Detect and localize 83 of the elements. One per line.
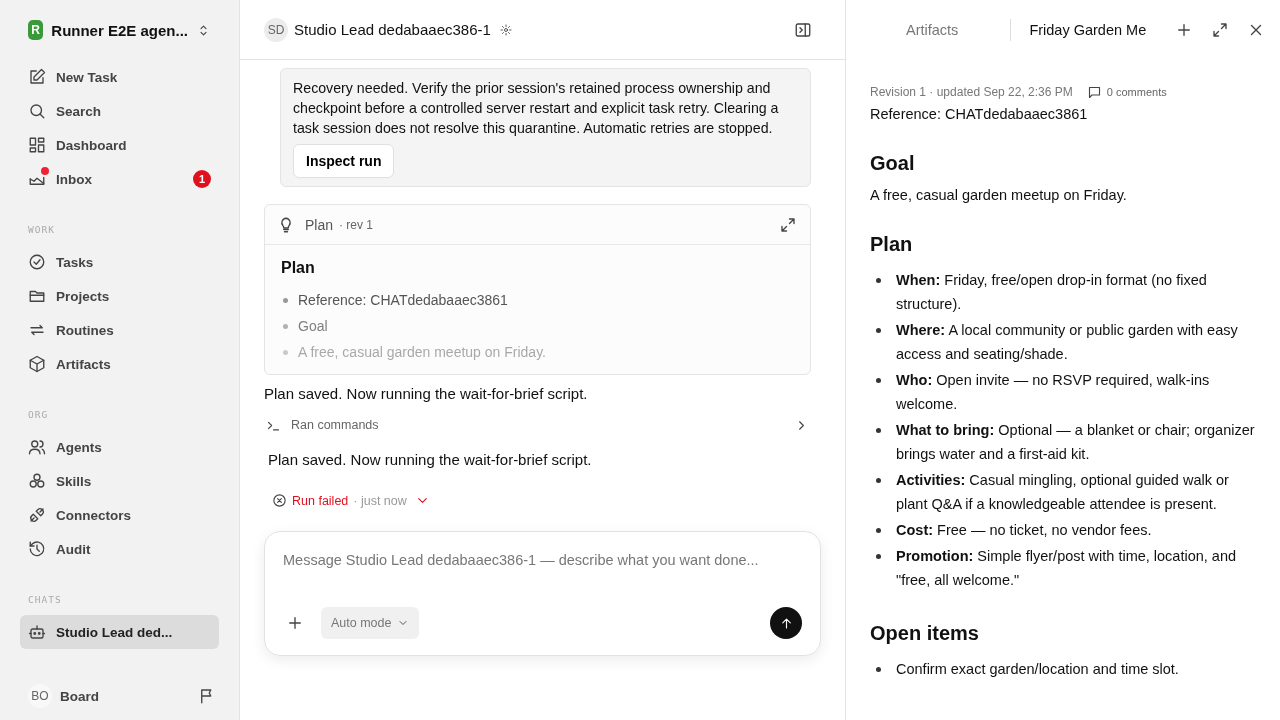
blocks-icon [28,472,46,490]
list-item: When: Friday, free/open drop-in format (no fixed structure). [896,271,1208,314]
nav-item[interactable]: Skills [20,464,219,498]
section-heading: Goal [870,152,916,175]
panel-tab[interactable]: Artifacts [866,19,999,41]
nav-item[interactable]: Tasks [20,245,219,279]
nav-item[interactable]: Search [20,94,219,128]
inspect-run-button[interactable]: Inspect run [293,144,395,178]
list-item: Confirm exact garden/location and time slot. [896,660,1179,679]
expand-icon [779,215,797,234]
bot-icon [28,623,46,641]
check-circle-icon [28,253,46,271]
dashboard-icon [28,136,46,154]
section-heading: ORG [28,409,50,420]
chat-title: Studio Lead dedabaaec386-1 [294,21,491,38]
list-item: Activities: Casual mingling, optional guided walk or plant Q&A if a knowledgeable attendee is present. [896,471,1230,514]
paragraph: A free, casual garden meetup on Friday. [870,187,1128,203]
list-item: Cost: Free — no ticket, no vendor fees. [896,521,1152,540]
expand-icon [1211,21,1229,39]
comment-icon [1086,84,1102,100]
timestamp: · just now [353,493,407,508]
revision-label: · rev 1 [339,217,374,232]
history-icon [28,540,46,558]
bullet-icon [876,478,881,483]
bullet-icon [876,278,881,283]
assistant-message: Plan saved. Now running the wait-for-brief script. [264,385,589,402]
error-icon [272,493,287,508]
nav-item[interactable]: Projects [20,279,219,313]
section-heading: Open items [870,622,980,645]
bullet-icon [876,328,881,333]
reference-text: Reference: CHATdedabaaec3861 [870,106,1089,122]
list-item: Where: A local community or public garden with easy access and seating/shade. [896,321,1239,364]
section-heading: Plan [870,233,914,256]
list-item: Reference: CHATdedabaaec3861 [298,292,508,308]
search-icon [28,102,46,120]
bullet-icon [876,667,881,672]
list-item: A free, casual garden meetup on Friday. [298,344,546,360]
send-button[interactable] [770,607,802,639]
cube-icon [28,355,46,373]
users-icon [28,438,46,456]
plus-icon [1175,21,1193,39]
notice-text: Recovery needed. Verify the prior session's retained process ownership and checkpoint before a controlled server restart and explicit task retry. Clearing a task session does not resolve this quarantine. Automatic retries are stopped. [293,79,780,138]
user-avatar: BO [28,684,52,708]
section-heading: CHATS [28,594,63,605]
list-item: Goal [298,318,328,334]
plan-heading: Plan [281,259,316,277]
count-badge: 1 [193,170,211,188]
revision-info: Revision 1 · updated Sep 22, 2:36 PM [870,85,1073,99]
nav-item[interactable]: Dashboard [20,128,219,162]
bullet-icon [876,554,881,559]
message-composer[interactable]: Message Studio Lead dedabaaec386-1 — describe what you want done... Auto mode [264,531,821,656]
section-heading: WORK [28,224,56,235]
nav-item[interactable]: Inbox 1 [20,162,219,196]
nav-item[interactable]: Connectors [20,498,219,532]
plan-title: Plan [305,216,334,233]
assistant-message: Plan saved. Now running the wait-for-brief script. [268,451,593,468]
mode-dropdown[interactable]: Auto mode [321,607,420,639]
bullet-icon [876,378,881,383]
nav-item[interactable]: Audit [20,532,219,566]
bullet-icon [283,297,288,303]
bullet-icon [283,323,288,329]
workspace-switcher[interactable]: R Runner E2E agen... [20,18,219,42]
workspace-logo: R [28,20,44,40]
run-failed-label: Run failed [292,493,349,508]
nav-item[interactable]: Routines [20,313,219,347]
ran-commands-row[interactable]: Ran commands [264,415,811,435]
nav-item[interactable]: Artifacts [20,347,219,381]
panel-tab[interactable]: Friday Garden Me [1010,19,1147,41]
bullet-icon [876,528,881,533]
nav-item[interactable]: Studio Lead ded... [20,615,219,649]
bullet-icon [283,349,288,355]
nav-item[interactable]: New Task [20,60,219,94]
list-item: Who: Open invite — no RSVP required, walk-ins welcome. [896,371,1211,414]
nav-item[interactable]: Agents [20,430,219,464]
list-item: Promotion: Simple flyer/post with time, location, and "free, all welcome." [896,547,1238,590]
list-item: What to bring: Optional — a blanket or chair; organizer brings water and a first-aid kit. [896,421,1256,464]
agent-avatar: SD [264,17,288,42]
plus-icon [286,614,304,632]
plug-icon [28,506,46,524]
user-name: Board [60,688,99,704]
comments-button[interactable]: 0 comments [1086,84,1167,100]
edit-icon [28,68,46,86]
bullet-icon [876,428,881,433]
